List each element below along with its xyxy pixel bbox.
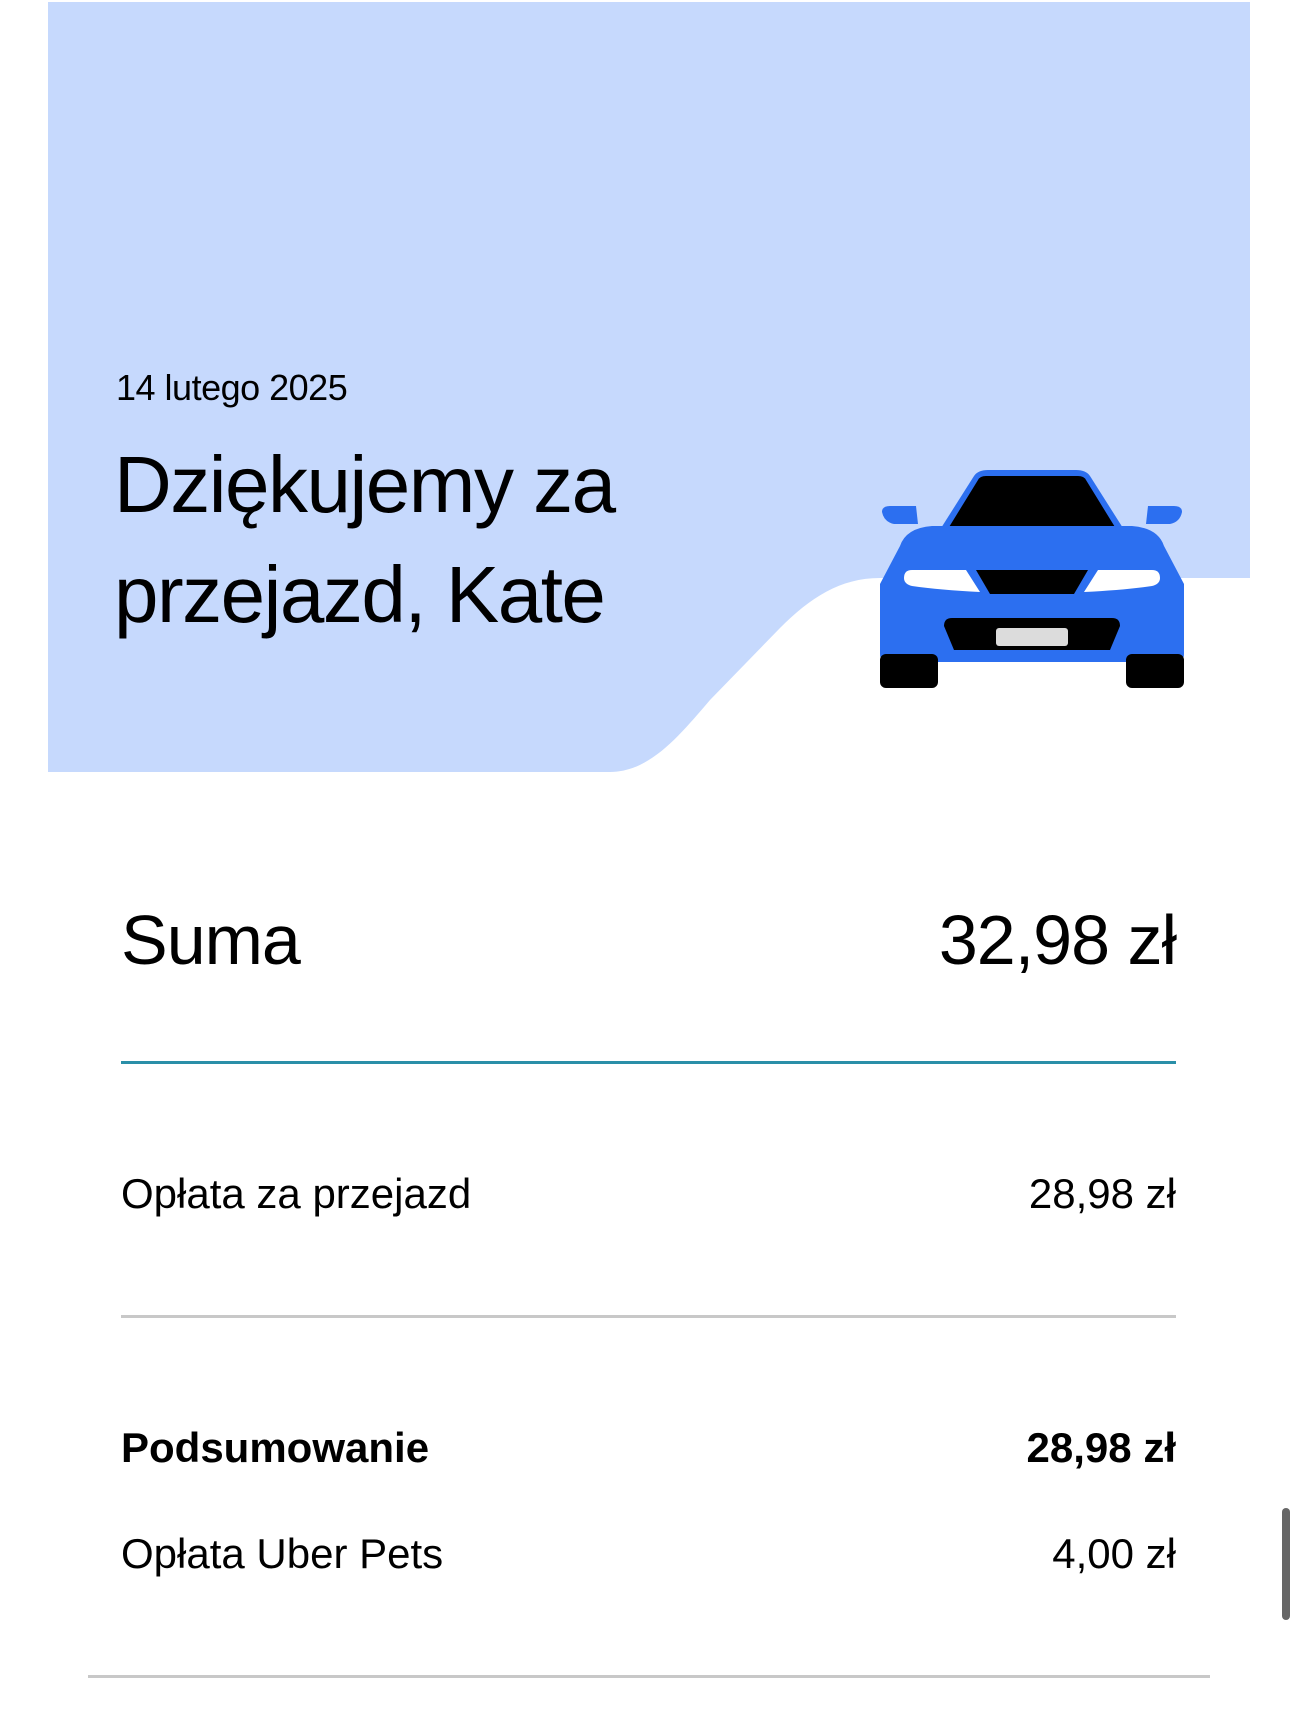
total-divider xyxy=(121,1061,1176,1064)
summary-amount: 28,98 zł xyxy=(1026,1424,1176,1471)
car-icon xyxy=(880,470,1184,688)
summary-label: Podsumowanie xyxy=(121,1424,430,1471)
section-divider xyxy=(121,1315,1176,1318)
fare-amount: 28,98 zł xyxy=(1028,1170,1176,1217)
fare-row: Opłata za przejazd 28,98 zł xyxy=(121,1166,1176,1222)
page-title: Dziękujemy za przejazd, Kate xyxy=(114,440,616,639)
pets-fee-amount: 4,00 zł xyxy=(1052,1530,1176,1577)
pets-fee-label: Opłata Uber Pets xyxy=(121,1530,444,1577)
bottom-divider xyxy=(88,1675,1210,1678)
summary-row: Podsumowanie 28,98 zł xyxy=(121,1420,1176,1476)
fare-label: Opłata za przejazd xyxy=(121,1170,472,1217)
total-label: Suma xyxy=(121,901,301,979)
scrollbar[interactable] xyxy=(1282,1508,1290,1620)
trip-date: 14 lutego 2025 xyxy=(116,367,348,408)
total-row: Suma 32,98 zł xyxy=(121,900,1177,980)
pets-fee-row: Opłata Uber Pets 4,00 zł xyxy=(121,1526,1176,1582)
total-amount: 32,98 zł xyxy=(938,901,1177,979)
